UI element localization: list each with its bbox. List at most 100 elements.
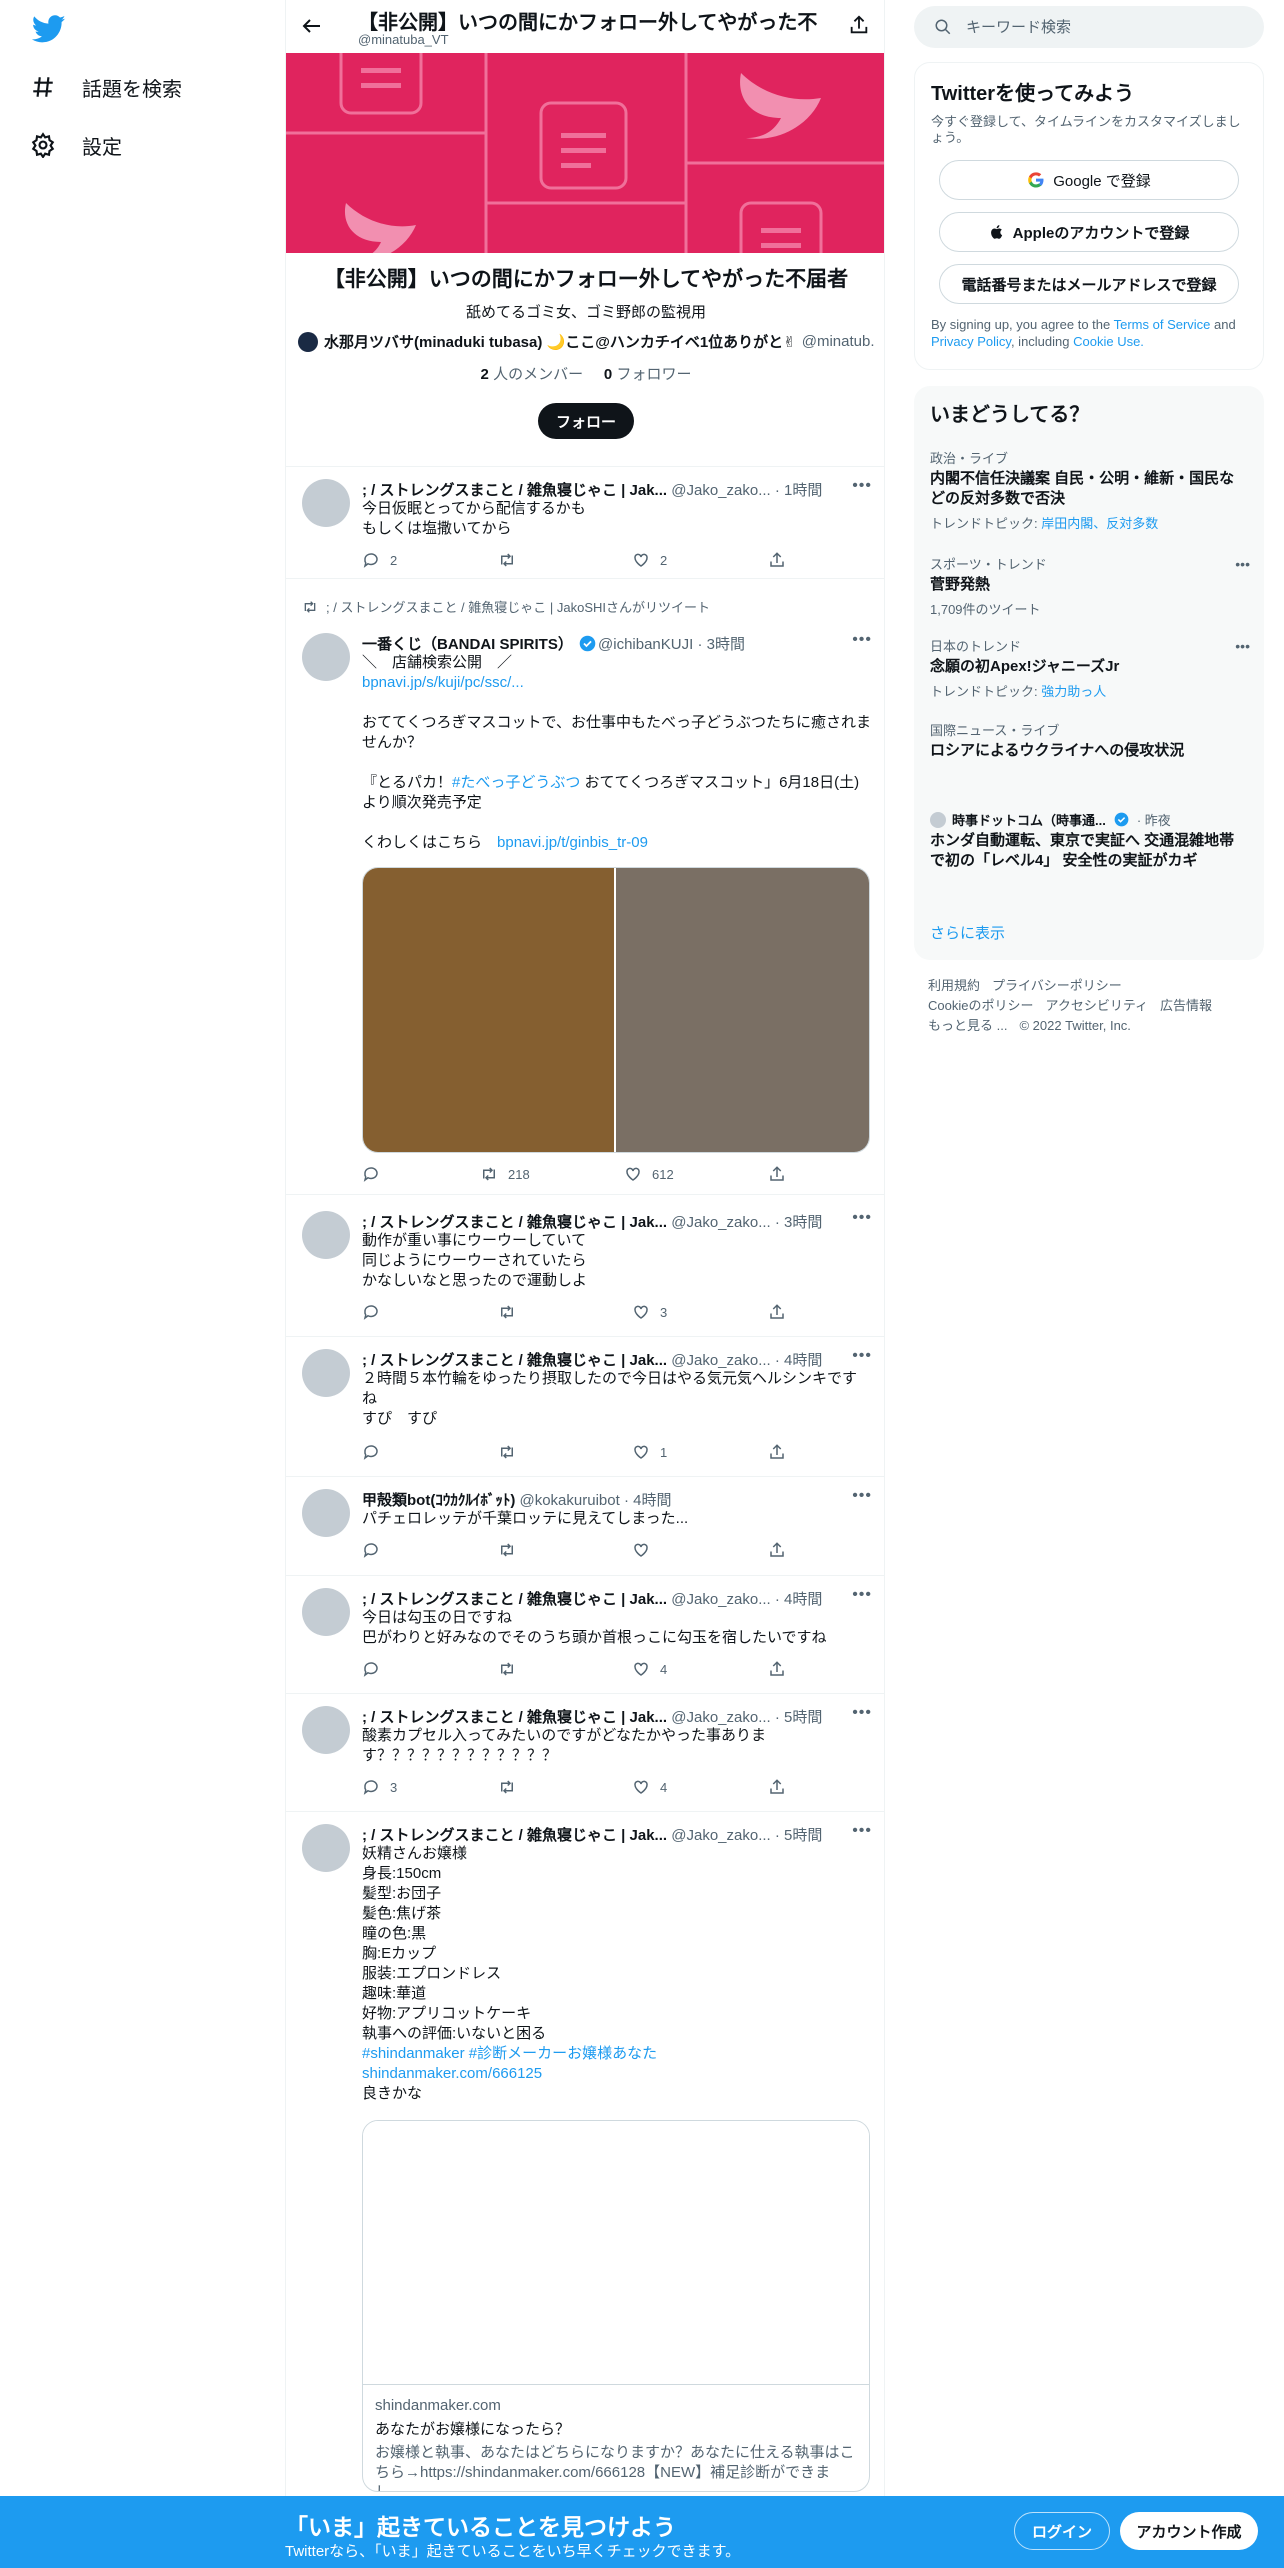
more-icon[interactable]: •••: [852, 1822, 872, 1840]
tweet[interactable]: ; / ストレングスまこと / 雑魚寝じゃこ | Jak... @Jako_za…: [286, 1199, 884, 1337]
more-icon[interactable]: •••: [852, 1347, 872, 1365]
retweet-button[interactable]: [498, 1541, 526, 1559]
trend-topic-link[interactable]: 岸田内閣、反対多数: [1041, 516, 1158, 531]
more-icon[interactable]: •••: [852, 1209, 872, 1227]
apple-signup-button[interactable]: Appleのアカウントで登録: [939, 212, 1239, 252]
tweet-author-name[interactable]: ; / ストレングスまこと / 雑魚寝じゃこ | Jak...: [362, 1709, 667, 1726]
reply-button[interactable]: [362, 1541, 390, 1559]
back-arrow-icon[interactable]: [300, 14, 324, 38]
more-icon[interactable]: •••: [852, 1586, 872, 1604]
trend-topic-link[interactable]: 強力助っ人: [1041, 684, 1106, 699]
trend-item[interactable]: 国際ニュース・ライブ ロシアによるウクライナへの侵攻状況: [930, 720, 1240, 761]
card-image[interactable]: [363, 2121, 869, 2385]
retweet-button[interactable]: [498, 1303, 526, 1321]
tweet-link[interactable]: bpnavi.jp/t/ginbis_tr-09: [497, 834, 648, 851]
media-image[interactable]: [616, 868, 869, 1152]
more-icon[interactable]: •••: [852, 1487, 872, 1505]
more-icon[interactable]: •••: [852, 631, 872, 649]
like-button[interactable]: 1: [632, 1443, 667, 1461]
avatar[interactable]: [302, 1211, 350, 1259]
avatar[interactable]: [302, 1349, 350, 1397]
like-button[interactable]: 4: [632, 1660, 667, 1678]
tweet-author-name[interactable]: ; / ストレングスまこと / 雑魚寝じゃこ | Jak...: [362, 1352, 667, 1369]
followers-link[interactable]: 0 フォロワー: [604, 366, 692, 383]
reply-button[interactable]: [362, 1165, 390, 1183]
footer-link[interactable]: Cookieのポリシー: [928, 998, 1033, 1013]
list-owner[interactable]: 水那月ツバサ(minaduki tubasa) 🌙ここ@ハンカチイベ1位ありがと…: [298, 331, 874, 352]
avatar[interactable]: [302, 1588, 350, 1636]
cookie-use-link[interactable]: Cookie Use.: [1073, 334, 1144, 349]
trend-more-icon[interactable]: •••: [1235, 638, 1250, 654]
share-button[interactable]: [768, 1778, 786, 1796]
tweet-author-name[interactable]: 甲殻類bot(ｺｳｶｸﾙｲﾎﾞｯﾄ): [362, 1492, 515, 1509]
media-image[interactable]: [363, 868, 616, 1152]
tweet-time[interactable]: · 4時間: [624, 1492, 672, 1509]
reply-button[interactable]: [362, 1660, 390, 1678]
tweet-time[interactable]: · 5時間: [775, 1709, 823, 1726]
retweet-button[interactable]: [498, 1443, 526, 1461]
tweet-link[interactable]: bpnavi.jp/s/kuji/pc/ssc/...: [362, 673, 872, 693]
tweet-author-name[interactable]: ; / ストレングスまこと / 雑魚寝じゃこ | Jak...: [362, 1591, 667, 1608]
like-button[interactable]: 2: [632, 551, 667, 569]
tweet[interactable]: ; / ストレングスまこと / 雑魚寝じゃこ | Jak... @Jako_za…: [286, 1812, 884, 2512]
footer-link[interactable]: もっと見る ...: [928, 1018, 1007, 1033]
tweet-link[interactable]: shindanmaker.com/666125: [362, 2064, 872, 2084]
share-button[interactable]: [768, 1443, 786, 1461]
trend-item[interactable]: 時事ドットコム（時事通... · 昨夜 ホンダ自動運転、東京で実証へ 交通混雑地…: [930, 810, 1240, 871]
share-button[interactable]: [768, 1541, 786, 1559]
avatar[interactable]: [302, 1824, 350, 1872]
tweet-author-name[interactable]: ; / ストレングスまこと / 雑魚寝じゃこ | Jak...: [362, 1827, 667, 1844]
share-button[interactable]: [768, 1660, 786, 1678]
search-input[interactable]: [966, 18, 1226, 36]
terms-of-service-link[interactable]: Terms of Service: [1114, 317, 1211, 332]
avatar[interactable]: [302, 1489, 350, 1537]
like-button[interactable]: [632, 1541, 660, 1559]
avatar[interactable]: [302, 479, 350, 527]
more-icon[interactable]: •••: [852, 477, 872, 495]
search-box[interactable]: [914, 6, 1264, 48]
link-card[interactable]: shindanmaker.com あなたがお嬢様になったら？ お嬢様と執事、あな…: [362, 2120, 870, 2492]
login-button[interactable]: ログイン: [1014, 2512, 1110, 2550]
footer-link[interactable]: プライバシーポリシー: [992, 978, 1122, 993]
tweet-time[interactable]: · 1時間: [775, 482, 823, 499]
trend-more-icon[interactable]: •••: [1235, 556, 1250, 572]
tweet-author-name[interactable]: ; / ストレングスまこと / 雑魚寝じゃこ | Jak...: [362, 1214, 667, 1231]
hashtag-link[interactable]: #たべっ子どうぶつ: [452, 774, 580, 791]
follow-button[interactable]: フォロー: [538, 403, 634, 439]
more-icon[interactable]: •••: [852, 1704, 872, 1722]
tweet-time[interactable]: · 4時間: [775, 1591, 823, 1608]
avatar[interactable]: [302, 1706, 350, 1754]
tweet-author-name[interactable]: 一番くじ（BANDAI SPIRITS）: [362, 636, 573, 653]
tweet[interactable]: ; / ストレングスまこと / 雑魚寝じゃこ | Jak... @Jako_za…: [286, 467, 884, 579]
like-button[interactable]: 612: [624, 1165, 674, 1183]
retweet-button[interactable]: [498, 1778, 526, 1796]
like-button[interactable]: 4: [632, 1778, 667, 1796]
tweet[interactable]: 甲殻類bot(ｺｳｶｸﾙｲﾎﾞｯﾄ) @kokakuruibot · 4時間 •…: [286, 1477, 884, 1576]
tweet-time[interactable]: · 4時間: [775, 1352, 823, 1369]
trend-item[interactable]: 政治・ライブ 内閣不信任決議案 自民・公明・維新・国民などの反対多数で否決 トレ…: [930, 448, 1240, 532]
tweet-time[interactable]: · 5時間: [775, 1827, 823, 1844]
members-link[interactable]: 2 人のメンバー: [481, 366, 584, 383]
tweet[interactable]: ; / ストレングスまこと / 雑魚寝じゃこ | Jak... @Jako_za…: [286, 1337, 884, 1477]
reply-button[interactable]: [362, 1443, 390, 1461]
tweet-media[interactable]: [362, 867, 870, 1153]
footer-link[interactable]: 利用規約: [928, 978, 980, 993]
footer-link[interactable]: 広告情報: [1160, 998, 1212, 1013]
like-button[interactable]: 3: [632, 1303, 667, 1321]
tweet[interactable]: ; / ストレングスまこと / 雑魚寝じゃこ | JakoSHIさんがリツイート…: [286, 589, 884, 1195]
tweet-author-name[interactable]: ; / ストレングスまこと / 雑魚寝じゃこ | Jak...: [362, 482, 667, 499]
footer-link[interactable]: アクセシビリティ: [1045, 998, 1148, 1013]
privacy-policy-link[interactable]: Privacy Policy: [931, 334, 1011, 349]
create-account-button[interactable]: アカウント作成: [1120, 2512, 1258, 2550]
share-button[interactable]: [768, 1165, 786, 1183]
share-button[interactable]: [768, 551, 786, 569]
show-more-link[interactable]: さらに表示: [930, 922, 1005, 943]
tweet-time[interactable]: · 3時間: [697, 636, 745, 653]
trend-item[interactable]: 日本のトレンド 念願の初Apex!ジャニーズJr トレンドトピック: 強力助っ人: [930, 636, 1240, 700]
twitter-logo-icon[interactable]: [32, 12, 66, 46]
nav-settings[interactable]: 設定: [30, 120, 122, 170]
share-button[interactable]: [768, 1303, 786, 1321]
reply-button[interactable]: 2: [362, 551, 397, 569]
avatar[interactable]: [302, 633, 350, 681]
retweet-button[interactable]: [498, 551, 526, 569]
